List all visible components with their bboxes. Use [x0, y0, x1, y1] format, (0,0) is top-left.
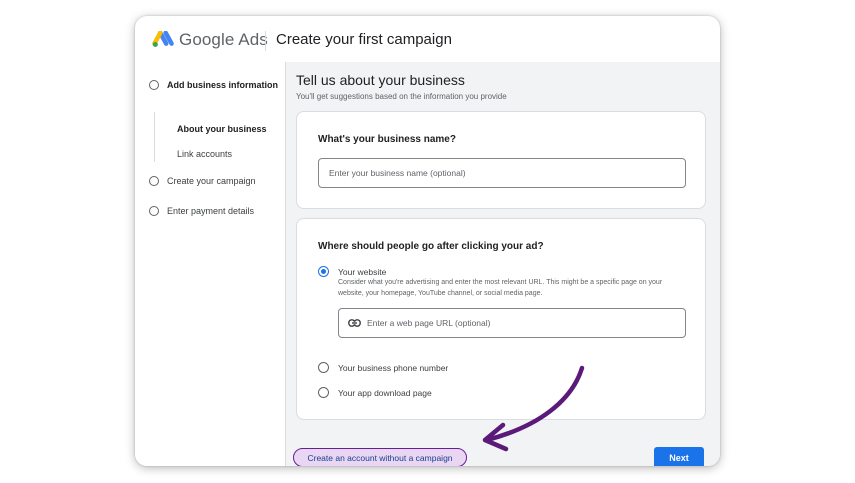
- step-circle-icon: [149, 176, 159, 186]
- create-account-without-campaign-button[interactable]: Create an account without a campaign: [293, 448, 467, 466]
- destination-card: Where should people go after clicking yo…: [296, 218, 706, 420]
- step-label: Enter payment details: [167, 206, 255, 216]
- business-name-input[interactable]: Enter your business name (optional): [318, 158, 686, 188]
- step-label: Create your campaign: [167, 176, 256, 186]
- link-icon: [348, 319, 361, 327]
- next-button[interactable]: Next: [654, 447, 704, 466]
- radio-unchecked-icon[interactable]: [318, 387, 329, 398]
- option-label: Your business phone number: [338, 362, 449, 373]
- top-bar: Google Ads Create your first campaign: [135, 16, 720, 63]
- destination-question: Where should people go after clicking yo…: [318, 241, 544, 252]
- page-title: Create your first campaign: [276, 31, 452, 48]
- website-url-placeholder: Enter a web page URL (optional): [367, 318, 491, 328]
- main-content: Tell us about your business You'll get s…: [286, 62, 720, 466]
- step-circle-icon: [149, 206, 159, 216]
- google-ads-logo: [152, 31, 174, 48]
- radio-checked-icon[interactable]: [318, 266, 329, 277]
- radio-unchecked-icon[interactable]: [318, 362, 329, 373]
- option-business-phone-number[interactable]: Your business phone number: [318, 362, 448, 373]
- website-description: Consider what you're advertising and ent…: [338, 279, 663, 297]
- business-name-placeholder: Enter your business name (optional): [329, 168, 466, 178]
- step-label: Add business information: [167, 80, 279, 90]
- section-subtitle: You'll get suggestions based on the info…: [296, 92, 507, 101]
- substep-link-accounts[interactable]: Link accounts: [177, 149, 232, 159]
- step-circle-icon: [149, 80, 159, 90]
- step-connector: [154, 112, 155, 162]
- option-app-download-page[interactable]: Your app download page: [318, 387, 432, 398]
- option-your-website[interactable]: Your website: [318, 266, 386, 277]
- step-add-business-information[interactable]: Add business information: [149, 80, 278, 90]
- substep-about-your-business[interactable]: About your business: [177, 124, 267, 134]
- website-url-input[interactable]: Enter a web page URL (optional): [338, 308, 686, 338]
- step-create-your-campaign[interactable]: Create your campaign: [149, 176, 256, 186]
- business-name-card: What's your business name? Enter your bu…: [296, 111, 706, 209]
- app-window: Google Ads Create your first campaign Ad…: [135, 16, 720, 466]
- progress-sidebar: Add business information About your busi…: [135, 62, 286, 466]
- brand-name: Google Ads: [179, 30, 268, 49]
- option-label: Your app download page: [338, 387, 432, 398]
- section-title: Tell us about your business: [296, 72, 465, 88]
- business-name-question: What's your business name?: [318, 134, 456, 145]
- option-label: Your website: [338, 266, 387, 277]
- header-divider: [265, 31, 266, 51]
- step-enter-payment-details[interactable]: Enter payment details: [149, 206, 254, 216]
